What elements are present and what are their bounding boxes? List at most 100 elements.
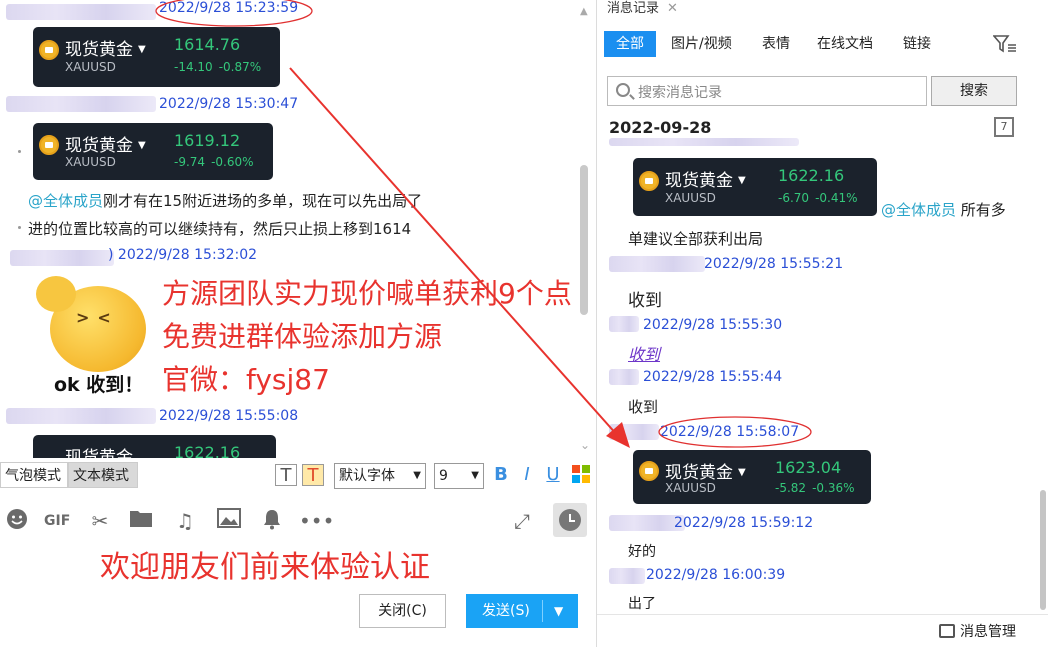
gold-coin-icon [639,171,659,191]
expand-icon[interactable]: ⤢ [509,508,535,534]
filter-icon[interactable] [992,34,1017,54]
quote-symbol: XAUUSD [65,155,116,169]
tool-toolbar: GIF ✂ ♫ ••• ⤢ [0,504,596,538]
tab-message-history[interactable]: 消息记录 ✕ [607,0,678,16]
message-text: 收到 [628,398,659,416]
gif-icon[interactable]: GIF [44,508,70,534]
sender-name-blurred [609,316,639,332]
bell-icon[interactable] [259,508,285,534]
folder-icon[interactable] [128,508,154,534]
quote-change: -5.82 -0.36% [775,481,855,495]
close-icon[interactable]: ✕ [667,1,678,16]
message-timestamp: 2022/9/28 16:00:39 [646,567,786,583]
emoji-icon[interactable] [4,508,30,534]
send-button[interactable]: 发送(S) ▼ [466,594,578,628]
chat-messages[interactable]: 2022/9/28 15:23:59 现货黄金 ▼ XAUUSD 1614.76 … [0,0,596,458]
calendar-icon[interactable]: 7 [994,117,1014,137]
message-text: @全体成员刚才有在15附近进场的多单，现在可以先出局了 [28,192,423,210]
sender-name-blurred [609,424,659,440]
message-timestamp: 2022/9/28 15:55:44 [643,369,783,385]
caret-down-icon: ▼ [738,467,746,478]
gold-coin-icon [39,135,59,155]
send-options-chevron-icon[interactable]: ▼ [554,594,563,628]
message-text: 单建议全部获利出局 [628,230,764,248]
message-timestamp: 2022/9/28 15:23:59 [159,0,299,16]
quote-change: -14.10 -0.87% [174,60,262,74]
quote-price: 1622.16 [778,166,845,185]
gold-quote-card[interactable]: 现货黄金 1622.16 [33,435,276,458]
sender-name-blurred [6,408,156,424]
quote-name: 现货黄金 [65,40,133,60]
promo-line-1: 方源团队实力现价喊单获利9个点 [162,277,572,310]
gold-quote-card[interactable]: 现货黄金 ▼ XAUUSD 1623.04 -5.82 -0.36% [633,450,871,504]
scissors-icon[interactable]: ✂ [87,508,113,534]
clock-icon [559,509,581,531]
filter-all[interactable]: 全部 [604,31,656,57]
filter-media[interactable]: 图片/视频 [671,31,732,57]
send-label[interactable]: 发送(S) [482,594,530,628]
underline-icon[interactable]: U [542,464,564,486]
message-text: @全体成员 所有多 [881,201,1006,219]
message-link[interactable]: 收到 [628,341,660,365]
caret-down-icon: ▼ [138,44,146,55]
history-scrollbar[interactable] [1040,490,1046,610]
message-icon [939,624,955,638]
promo-line-3: 官微：fysj87 [162,363,330,396]
font-size-select[interactable]: 9 ▼ [434,463,484,489]
gold-quote-card[interactable]: 现货黄金 ▼ XAUUSD 1622.16 -6.70 -0.41% [633,158,877,216]
more-icon[interactable]: ••• [299,508,334,534]
bold-icon[interactable]: B [490,464,512,486]
message-timestamp: 2022/9/28 15:55:08 [159,408,299,424]
scroll-down-icon[interactable]: ⌄ [580,438,590,452]
quote-price: 1623.04 [775,458,842,477]
gold-coin-icon [39,40,59,60]
caret-down-icon: ▼ [738,175,746,186]
ok-sticker-image[interactable]: >< ok 收到！ [34,272,152,400]
history-tab-header: 消息记录 ✕ [597,0,1048,20]
mention-all: @全体成员 [28,192,104,210]
italic-icon[interactable]: I [516,464,538,486]
promo-bottom: 欢迎朋友们前来体验认证 [100,550,430,585]
search-button[interactable]: 搜索 [931,76,1017,106]
gold-quote-card[interactable]: 现货黄金 ▼ XAUUSD 1614.76 -14.10 -0.87% [33,27,280,87]
quote-change: -9.74 -0.60% [174,155,254,169]
sticker-caption: ok 收到！ [54,374,144,396]
bubble-mode-button[interactable]: 气泡模式 [0,462,68,488]
filter-links[interactable]: 链接 [903,31,931,57]
chat-scrollbar[interactable] [580,165,588,315]
scroll-up-icon[interactable]: ▲ [580,6,588,17]
quote-name: 现货黄金 [65,136,133,156]
filter-docs[interactable]: 在线文档 [817,31,873,57]
format-toolbar: 气泡模式 文本模式 T T 默认字体 ▼ 9 ▼ B I U [0,460,596,492]
font-family-select[interactable]: 默认字体 ▼ [334,463,426,489]
history-search-input[interactable]: 搜索消息记录 [607,76,927,106]
message-timestamp: 2022/9/28 15:58:07 [660,424,800,440]
text-color-icon[interactable]: T [302,464,324,486]
date-header: 2022-09-28 [609,118,712,137]
close-button[interactable]: 关闭(C) [359,594,446,628]
gold-coin-icon [639,461,659,481]
quote-name: 现货黄金 [665,171,733,191]
history-clock-button[interactable] [553,503,587,537]
message-manager-button[interactable]: 消息管理 [939,621,1016,641]
gold-quote-card[interactable]: 现货黄金 ▼ XAUUSD 1619.12 -9.74 -0.60% [33,123,273,180]
promo-line-2: 免费进群体验添加方源 [162,320,443,353]
search-icon [616,83,630,97]
message-text: 收到 [628,291,662,311]
quote-price: 1622.16 [174,443,241,458]
text-style-icon[interactable]: T [275,464,297,486]
quote-name: 现货黄金 [65,448,133,458]
quote-price: 1614.76 [174,35,241,54]
sender-name-blurred [609,138,799,146]
sender-name-blurred [10,250,114,266]
image-icon[interactable] [216,508,242,534]
filter-stickers[interactable]: 表情 [762,31,790,57]
music-icon[interactable]: ♫ [172,508,198,534]
sender-name-blurred [609,369,639,385]
text-mode-button[interactable]: 文本模式 [68,462,138,488]
message-text: 进的位置比较高的可以继续持有，然后只止损上移到1614 [28,220,412,238]
message-timestamp: 2022/9/28 15:55:21 [704,256,844,272]
color-palette-icon[interactable] [570,464,592,486]
chevron-down-icon: ▼ [413,470,421,481]
message-timestamp: 2022/9/28 15:55:30 [643,317,783,333]
